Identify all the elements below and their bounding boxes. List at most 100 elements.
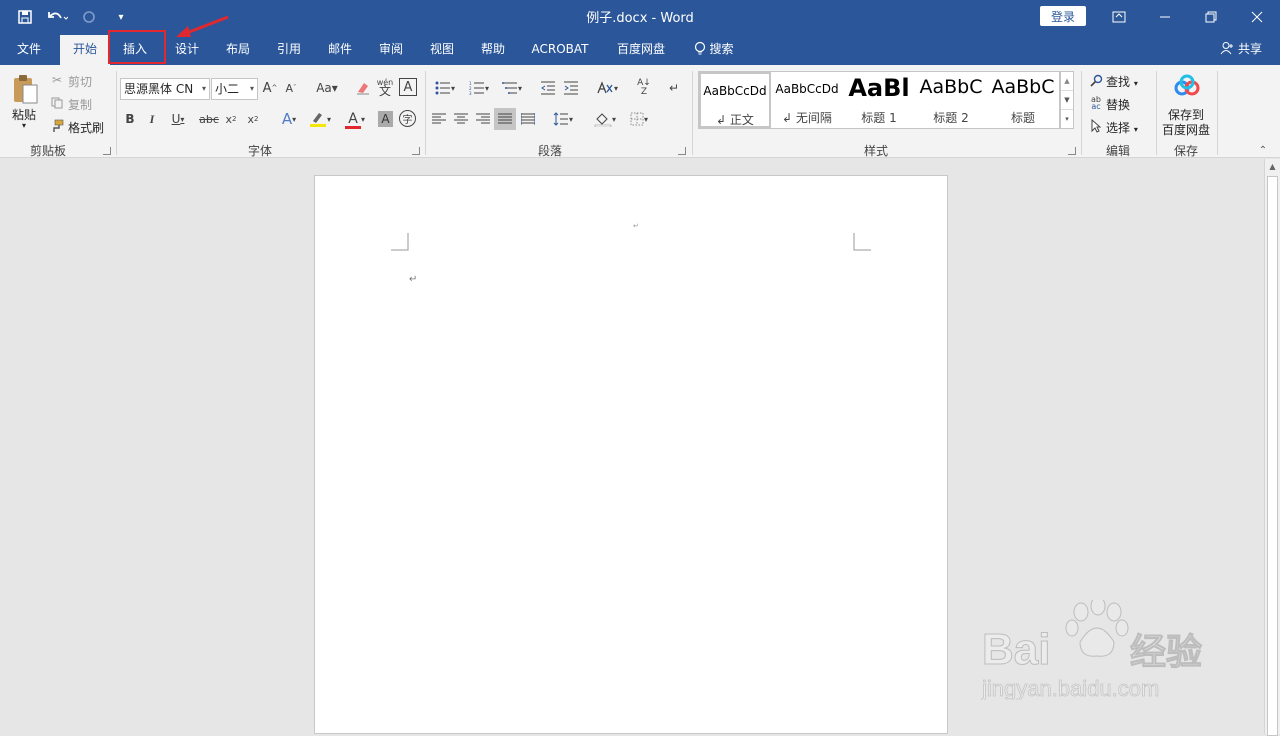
- font-name-combo[interactable]: 思源黑体 CN ▾: [120, 78, 210, 100]
- font-group-label: 字体: [247, 144, 272, 158]
- style-heading-1-preview: AaBl: [848, 74, 910, 102]
- align-center-icon[interactable]: [452, 109, 470, 129]
- italic-icon[interactable]: I: [145, 109, 159, 129]
- phonetic-guide-icon[interactable]: wén 文: [376, 76, 394, 98]
- strikethrough-icon[interactable]: abc: [199, 109, 219, 129]
- tell-me-label: 搜索: [709, 42, 734, 56]
- borders-icon[interactable]: ▾: [624, 109, 654, 129]
- paragraph-launcher-icon[interactable]: [678, 147, 686, 155]
- character-shading-icon[interactable]: A: [378, 111, 393, 127]
- tab-layout[interactable]: 布局: [215, 33, 261, 65]
- sort-icon[interactable]: A↓ Z: [634, 78, 654, 98]
- tab-insert[interactable]: 插入: [112, 33, 158, 65]
- font-launcher-icon[interactable]: [412, 147, 420, 155]
- tab-baidu-netdisk[interactable]: 百度网盘: [610, 33, 672, 65]
- bold-icon[interactable]: B: [123, 109, 137, 129]
- style-heading-2[interactable]: AaBbC 标题 2: [915, 72, 987, 128]
- clipboard-launcher-icon[interactable]: [103, 147, 111, 155]
- style-no-spacing[interactable]: AaBbCcDd ↲ 无间隔: [771, 72, 843, 128]
- align-right-icon[interactable]: [474, 109, 492, 129]
- save-to-label-line2[interactable]: 百度网盘: [1162, 121, 1210, 138]
- style-title[interactable]: AaBbC 标题: [987, 72, 1059, 128]
- style-heading-1[interactable]: AaBl 标题 1: [843, 72, 915, 128]
- tab-help[interactable]: 帮助: [470, 33, 516, 65]
- numbering-icon[interactable]: 1 2 3 ▾: [464, 78, 494, 98]
- increase-indent-icon[interactable]: [561, 78, 581, 98]
- document-page[interactable]: ↵ ↵: [314, 175, 948, 734]
- style-no-spacing-preview: AaBbCcDd: [775, 82, 839, 96]
- tab-design[interactable]: 设计: [164, 33, 210, 65]
- crop-mark-top-left: [391, 233, 409, 251]
- replace-icon: ab ac: [1091, 95, 1101, 111]
- find-label: 查找: [1106, 75, 1131, 89]
- paste-icon[interactable]: [8, 71, 42, 107]
- paragraph-mark[interactable]: ↵: [409, 274, 417, 285]
- copy-button[interactable]: 复制: [68, 96, 92, 113]
- search-icon: [1089, 73, 1103, 87]
- chinese-layout-icon[interactable]: ▾: [592, 78, 622, 98]
- character-border-icon[interactable]: A: [399, 78, 417, 96]
- style-title-preview: AaBbC: [991, 76, 1055, 98]
- login-button[interactable]: 登录: [1040, 6, 1086, 26]
- find-button[interactable]: 查找 ▾: [1106, 73, 1138, 90]
- justify-icon[interactable]: [494, 108, 516, 130]
- styles-launcher-icon[interactable]: [1068, 147, 1076, 155]
- multilevel-list-icon[interactable]: ▾: [497, 78, 527, 98]
- gallery-down-icon[interactable]: ▼: [1061, 91, 1073, 110]
- baidu-netdisk-icon[interactable]: [1172, 73, 1202, 101]
- person-icon: [1220, 42, 1234, 55]
- grow-font-icon[interactable]: A ^: [262, 78, 278, 98]
- close-icon[interactable]: [1234, 0, 1280, 33]
- tab-references[interactable]: 引用: [266, 33, 312, 65]
- scrollbar-thumb[interactable]: [1267, 176, 1278, 736]
- subscript-icon[interactable]: x2: [223, 109, 239, 129]
- shrink-font-icon[interactable]: Aˇ: [283, 78, 299, 98]
- editing-group-label: 编辑: [1105, 144, 1130, 158]
- gallery-more-icon[interactable]: ▾: [1061, 110, 1073, 128]
- text-effects-icon[interactable]: A ▾: [276, 109, 302, 129]
- select-label: 选择: [1106, 121, 1131, 135]
- shading-icon[interactable]: ▾: [590, 109, 620, 129]
- clipboard-group-label: 剪贴板: [29, 144, 66, 158]
- bullets-icon[interactable]: ▾: [430, 78, 460, 98]
- cut-button[interactable]: 剪切: [68, 73, 92, 90]
- underline-icon[interactable]: U ▾: [167, 109, 189, 129]
- show-marks-icon[interactable]: ↵: [666, 78, 682, 98]
- style-normal[interactable]: AaBbCcDd ↲ 正文: [699, 72, 771, 128]
- tell-me-search[interactable]: 搜索: [686, 33, 742, 65]
- ribbon-display-options-icon[interactable]: [1096, 0, 1142, 33]
- style-heading-1-name: 标题 1: [861, 111, 897, 125]
- format-painter-button[interactable]: 格式刷: [68, 119, 104, 136]
- tab-view[interactable]: 视图: [419, 33, 465, 65]
- styles-group-label: 样式: [863, 144, 888, 158]
- scroll-up-icon[interactable]: ▲: [1265, 159, 1280, 175]
- collapse-ribbon-icon[interactable]: ⌃: [1256, 145, 1270, 156]
- select-button[interactable]: 选择 ▾: [1106, 119, 1138, 136]
- styles-gallery-scroll[interactable]: ▲ ▼ ▾: [1060, 71, 1074, 129]
- font-size-combo[interactable]: 小二 ▾: [211, 78, 258, 100]
- clear-formatting-icon[interactable]: [354, 78, 372, 98]
- vertical-scrollbar[interactable]: ▲: [1264, 159, 1280, 736]
- decrease-indent-icon[interactable]: [538, 78, 558, 98]
- gallery-up-icon[interactable]: ▲: [1061, 72, 1073, 91]
- change-case-icon[interactable]: Aa▾: [312, 78, 342, 98]
- paste-dropdown-icon[interactable]: ▾: [22, 121, 26, 130]
- tab-acrobat[interactable]: ACROBAT: [526, 33, 594, 65]
- superscript-icon[interactable]: x2: [245, 109, 261, 129]
- tab-home[interactable]: 开始: [60, 35, 110, 65]
- tab-review[interactable]: 审阅: [368, 33, 414, 65]
- share-button[interactable]: 共享: [1220, 33, 1262, 65]
- enclose-characters-icon[interactable]: 字: [399, 110, 416, 127]
- tab-file[interactable]: 文件: [6, 33, 52, 65]
- line-spacing-icon[interactable]: ▾: [548, 109, 578, 129]
- paragraph-group-label: 段落: [537, 144, 562, 158]
- replace-button[interactable]: 替换: [1106, 96, 1130, 113]
- align-left-icon[interactable]: [430, 109, 448, 129]
- minimize-icon[interactable]: [1142, 0, 1188, 33]
- tab-mailings[interactable]: 邮件: [317, 33, 363, 65]
- save-group-label: 保存: [1173, 144, 1198, 158]
- font-color-icon[interactable]: A ▾: [340, 109, 370, 129]
- distributed-icon[interactable]: [519, 109, 537, 129]
- highlight-color-icon[interactable]: ▾: [306, 109, 334, 129]
- restore-icon[interactable]: [1188, 0, 1234, 33]
